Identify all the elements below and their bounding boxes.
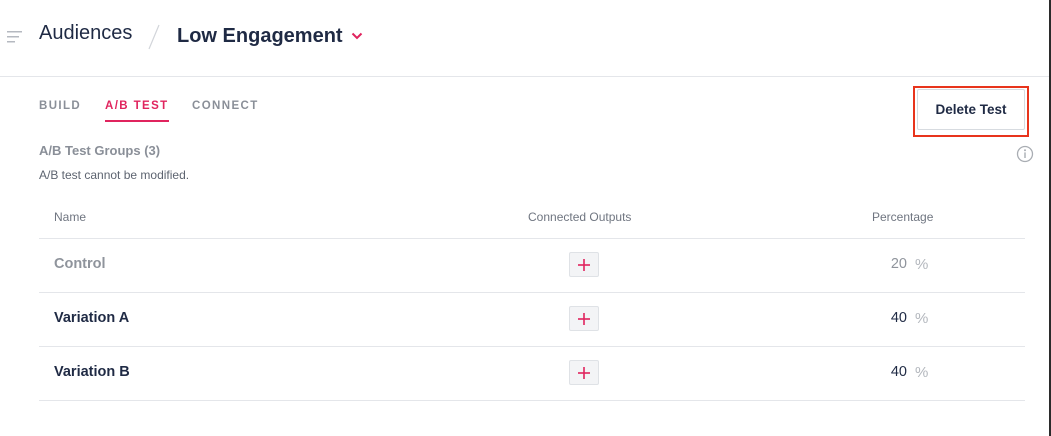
tab-connect[interactable]: CONNECT — [192, 100, 259, 120]
breadcrumb-separator — [148, 24, 160, 50]
menu-icon[interactable] — [7, 30, 23, 44]
percent-sign: % — [915, 364, 929, 381]
group-name: Variation A — [54, 310, 130, 326]
add-output-button[interactable] — [569, 360, 599, 385]
top-bar: Audiences Low Engagement — [0, 0, 1049, 77]
breadcrumb-audiences[interactable]: Audiences — [39, 22, 132, 45]
audience-name: Low Engagement — [177, 24, 343, 47]
groups-title: A/B Test Groups (3) — [39, 143, 161, 158]
add-output-button[interactable] — [569, 306, 599, 331]
table-header: Name Connected Outputs Percentage — [39, 198, 1025, 239]
info-icon[interactable] — [1016, 145, 1034, 163]
add-output-button[interactable] — [569, 252, 599, 277]
table-row: Variation B 40 % — [39, 347, 1025, 401]
table-row: Variation A 40 % — [39, 293, 1025, 347]
plus-icon — [578, 312, 590, 325]
groups-note: A/B test cannot be modified. — [39, 168, 190, 182]
delete-test-button[interactable]: Delete Test — [917, 89, 1025, 130]
percentage-value: 40 — [890, 310, 907, 326]
percent-sign: % — [915, 256, 929, 273]
audience-selector[interactable]: Low Engagement — [177, 22, 363, 50]
group-name: Control — [54, 256, 106, 272]
table-row: Control 20 % — [39, 239, 1025, 293]
column-header-outputs: Connected Outputs — [528, 210, 632, 224]
group-name: Variation B — [54, 364, 130, 380]
percentage-value: 40 — [890, 364, 907, 380]
percentage-value: 20 — [890, 256, 907, 272]
chevron-down-icon — [351, 32, 362, 40]
plus-icon — [578, 258, 590, 271]
plus-icon — [578, 366, 590, 379]
ab-groups-table: Name Connected Outputs Percentage Contro… — [39, 198, 1025, 401]
tab-build[interactable]: BUILD — [39, 100, 81, 120]
column-header-name: Name — [54, 210, 87, 224]
column-header-percentage: Percentage — [872, 210, 934, 224]
percent-sign: % — [915, 310, 929, 327]
tab-ab-test[interactable]: A/B TEST — [105, 100, 169, 122]
